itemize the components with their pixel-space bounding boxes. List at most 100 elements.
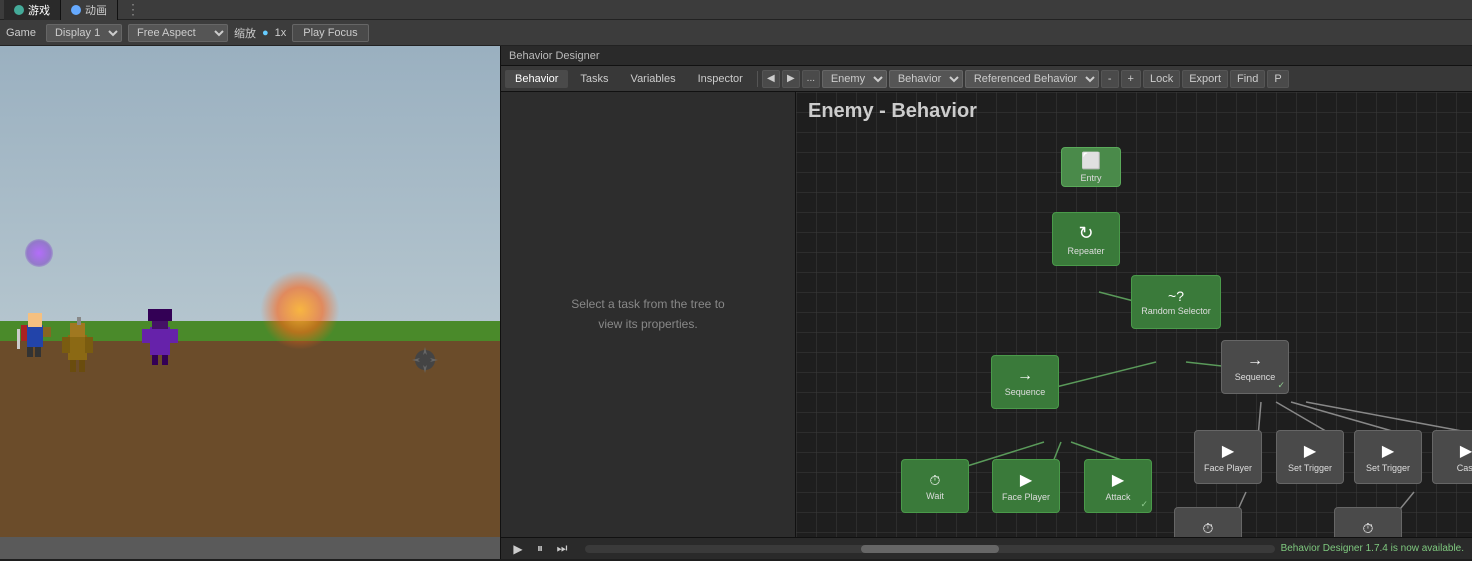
attack-icon: ▶ <box>1112 470 1124 490</box>
node-repeater[interactable]: ↻ Repeater <box>1052 212 1120 266</box>
node-cast[interactable]: ▶ Cast ✓ <box>1432 430 1472 484</box>
display-select[interactable]: Display 1 <box>46 24 122 42</box>
node-box-attack[interactable]: ▶ Attack ✓ <box>1084 459 1152 513</box>
aspect-select[interactable]: Free Aspect <box>128 24 228 42</box>
tab-behavior[interactable]: Behavior <box>505 70 568 88</box>
graph-panel[interactable]: Enemy - Behavior <box>796 92 1472 537</box>
node-box-sequence1[interactable]: → Sequence <box>991 355 1059 409</box>
entry-icon: ⬜ <box>1081 151 1101 171</box>
wait1-label: Wait <box>926 491 944 501</box>
game-panel <box>0 46 500 559</box>
enemy-character <box>140 305 180 370</box>
node-face-player2[interactable]: ▶ Face Player <box>1194 430 1262 484</box>
find-btn[interactable]: Find <box>1230 70 1265 88</box>
repeater-icon: ↻ <box>1078 223 1093 244</box>
sequence1-label: Sequence <box>1005 387 1046 397</box>
scrollbar-thumb <box>861 545 999 553</box>
node-face-player1[interactable]: ▶ Face Player <box>992 459 1060 513</box>
sequence1-icon: → <box>1017 367 1033 385</box>
node-box-set-trigger2[interactable]: ▶ Set Trigger <box>1354 430 1422 484</box>
p-btn[interactable]: P <box>1267 70 1288 88</box>
node-attack[interactable]: ▶ Attack ✓ <box>1084 459 1152 513</box>
node-box-face-player2[interactable]: ▶ Face Player <box>1194 430 1262 484</box>
face-player2-icon: ▶ <box>1222 441 1234 461</box>
sequence2-checkmark: ✓ <box>1277 380 1285 391</box>
plus-btn[interactable]: + <box>1121 70 1141 88</box>
lock-btn[interactable]: Lock <box>1143 70 1180 88</box>
graph-bottom: ▶ ⏸ ⏭ Behavior Designer 1.7.4 is now ava… <box>501 537 1472 559</box>
entry-label: Entry <box>1080 173 1101 183</box>
node-box-wait3[interactable]: ⏱ Wait ✓ <box>1334 507 1402 537</box>
bd-topbar: Behavior Tasks Variables Inspector ◀ ▶ .… <box>501 66 1472 92</box>
graph-pause-btn[interactable]: ⏸ <box>531 541 549 557</box>
explosion-glow <box>260 270 340 350</box>
graph-title: Enemy - Behavior <box>808 100 977 123</box>
graph-step-btn[interactable]: ⏭ <box>553 541 571 557</box>
node-random-selector[interactable]: ~? Random Selector <box>1131 275 1221 329</box>
attack-label: Attack <box>1105 492 1130 502</box>
export-btn[interactable]: Export <box>1182 70 1228 88</box>
nav-forward-btn[interactable]: ▶ <box>782 70 800 88</box>
set-trigger2-icon: ▶ <box>1382 441 1394 461</box>
face-player2-label: Face Player <box>1204 463 1252 473</box>
node-wait2[interactable]: ⏱ Wait <box>1174 507 1242 537</box>
play-focus-btn[interactable]: Play Focus <box>292 24 368 42</box>
node-box-set-trigger1[interactable]: ▶ Set Trigger <box>1276 430 1344 484</box>
enemy-select[interactable]: Enemy <box>822 70 887 88</box>
face-player1-icon: ▶ <box>1020 470 1032 490</box>
node-set-trigger1[interactable]: ▶ Set Trigger <box>1276 430 1344 484</box>
cast-label: Cast <box>1457 463 1472 473</box>
set-trigger2-label: Set Trigger <box>1366 463 1410 473</box>
bd-title-bar: Behavior Designer <box>501 46 1472 66</box>
node-entry[interactable]: ⬜ Entry <box>1061 147 1121 187</box>
node-box-repeater[interactable]: ↻ Repeater <box>1052 212 1120 266</box>
node-box-sequence2[interactable]: → Sequence ✓ <box>1221 340 1289 394</box>
tab-variables[interactable]: Variables <box>621 70 686 88</box>
tab-inspector[interactable]: Inspector <box>688 70 753 88</box>
node-wait1[interactable]: ⏱ Wait <box>901 459 969 513</box>
node-wait3[interactable]: ⏱ Wait ✓ <box>1334 507 1402 537</box>
nav-more-btn[interactable]: ... <box>802 70 820 88</box>
inspector-hint-line2: view its properties. <box>598 317 697 331</box>
node-sequence1[interactable]: → Sequence <box>991 355 1059 409</box>
wait2-icon: ⏱ <box>1203 520 1214 537</box>
sequence2-icon: → <box>1247 352 1263 370</box>
node-sequence2[interactable]: → Sequence ✓ <box>1221 340 1289 394</box>
node-box-cast[interactable]: ▶ Cast ✓ <box>1432 430 1472 484</box>
scale-value: 1x <box>275 27 287 39</box>
node-box-entry[interactable]: ⬜ Entry <box>1061 147 1121 187</box>
node-box-face-player1[interactable]: ▶ Face Player <box>992 459 1060 513</box>
game-label: Game <box>6 27 36 39</box>
tab-tasks[interactable]: Tasks <box>570 70 618 88</box>
node-box-random-selector[interactable]: ~? Random Selector <box>1131 275 1221 329</box>
node-box-wait1[interactable]: ⏱ Wait <box>901 459 969 513</box>
graph-scrollbar[interactable] <box>585 545 1275 553</box>
inspector-panel: Select a task from the tree to view its … <box>501 92 796 537</box>
random-selector-icon: ~? <box>1168 288 1184 304</box>
node-box-wait2[interactable]: ⏱ Wait <box>1174 507 1242 537</box>
inspector-hint-line1: Select a task from the tree to <box>571 297 724 311</box>
purple-circle <box>25 239 53 267</box>
nav-back-btn[interactable]: ◀ <box>762 70 780 88</box>
game-tab[interactable]: 游戏 <box>4 0 61 20</box>
attack-checkmark: ✓ <box>1140 499 1148 510</box>
set-trigger1-label: Set Trigger <box>1288 463 1332 473</box>
referenced-behavior-select[interactable]: Referenced Behavior <box>965 70 1099 88</box>
scale-label: 缩放 <box>234 25 256 41</box>
anim-tab[interactable]: 动画 <box>61 0 118 20</box>
face-player1-label: Face Player <box>1002 492 1050 502</box>
inspector-hint: Select a task from the tree to view its … <box>571 295 724 333</box>
node-set-trigger2[interactable]: ▶ Set Trigger <box>1354 430 1422 484</box>
pixel-scene <box>0 46 500 537</box>
bd-panel: Behavior Designer Behavior Tasks Variabl… <box>500 46 1472 559</box>
bd-main: Select a task from the tree to view its … <box>501 92 1472 537</box>
behavior-select[interactable]: Behavior <box>889 70 963 88</box>
minus-btn[interactable]: - <box>1101 70 1119 88</box>
graph-play-btn[interactable]: ▶ <box>509 541 527 557</box>
wait1-icon: ⏱ <box>930 472 941 489</box>
bd-status-text: Behavior Designer 1.7.4 is now available… <box>1281 543 1464 554</box>
wait3-icon: ⏱ <box>1363 520 1374 537</box>
menu-dots[interactable]: ⋮ <box>118 1 148 18</box>
spike-ball <box>410 345 440 375</box>
bd-title-text: Behavior Designer <box>509 50 600 62</box>
